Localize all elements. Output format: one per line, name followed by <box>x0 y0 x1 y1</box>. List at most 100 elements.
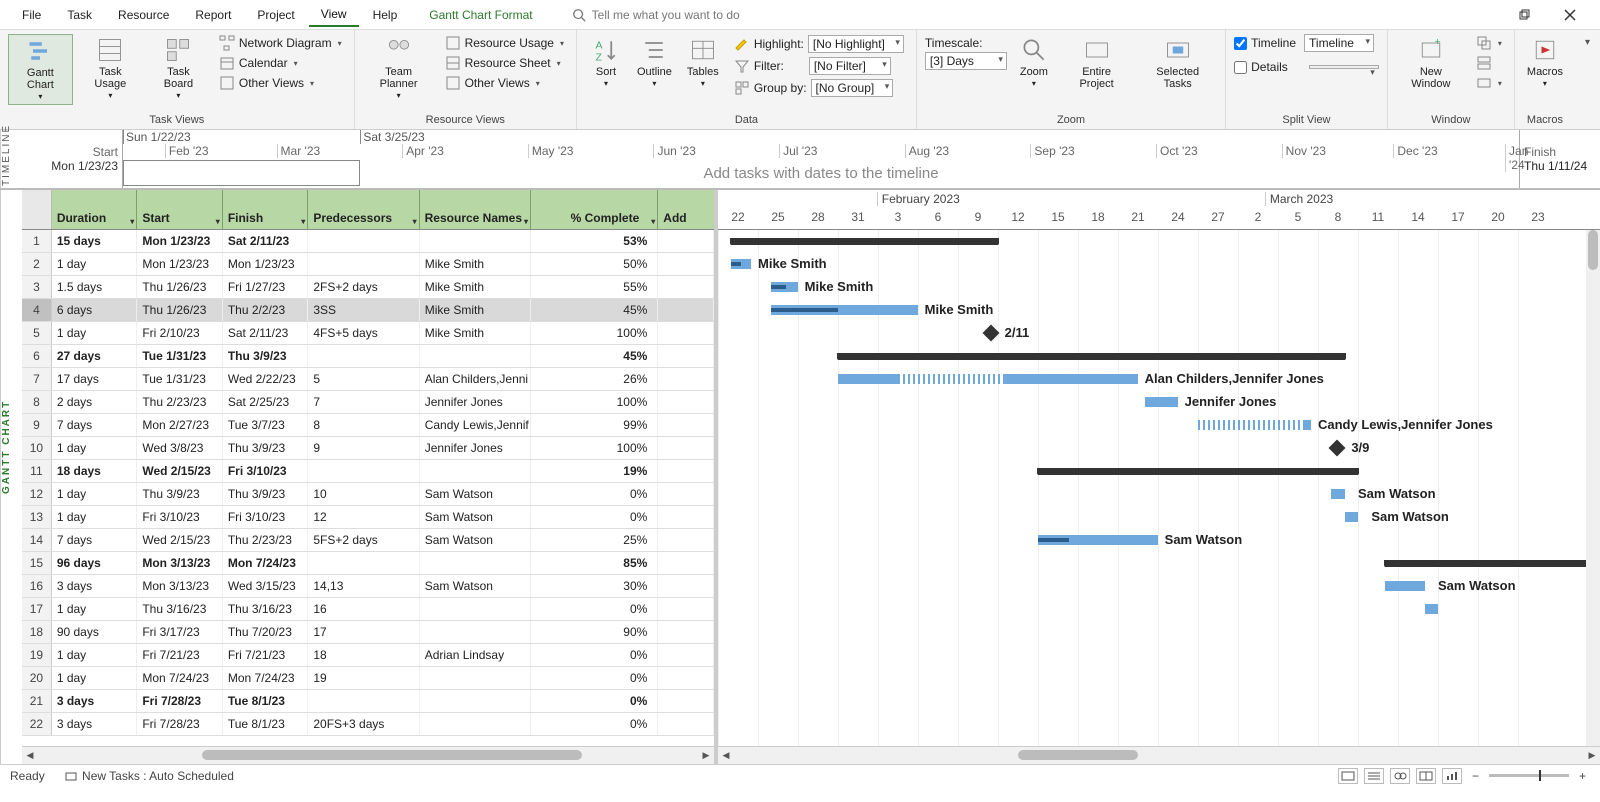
table-row[interactable]: 13 1 day Fri 3/10/23 Fri 3/10/23 12 Sam … <box>22 506 714 529</box>
view-task-usage-button[interactable] <box>1364 768 1384 784</box>
table-row[interactable]: 1 15 days Mon 1/23/23 Sat 2/11/23 53% <box>22 230 714 253</box>
task-board-button[interactable]: Task Board▾ <box>148 34 209 103</box>
switch-windows-button[interactable]: ▾ <box>1472 34 1506 52</box>
table-row[interactable]: 2 1 day Mon 1/23/23 Mon 1/23/23 Mike Smi… <box>22 253 714 276</box>
col-percent-complete[interactable]: % Complete▾ <box>531 190 658 229</box>
network-diagram-button[interactable]: Network Diagram▾ <box>215 34 346 52</box>
col-resource-names[interactable]: Resource Names▾ <box>420 190 531 229</box>
selected-tasks-button[interactable]: Selected Tasks <box>1138 34 1217 92</box>
table-row[interactable]: 22 3 days Fri 7/28/23 Tue 8/1/23 20FS+3 … <box>22 713 714 736</box>
menu-gantt-format[interactable]: Gantt Chart Format <box>411 4 544 26</box>
resource-sheet-button[interactable]: Resource Sheet▾ <box>441 54 568 72</box>
tell-me-search[interactable]: Tell me what you want to do <box>572 8 740 22</box>
col-predecessors[interactable]: Predecessors▾ <box>308 190 419 229</box>
other-resource-views-button[interactable]: Other Views▾ <box>441 74 568 92</box>
team-planner-icon <box>385 36 413 64</box>
chart-hscroll[interactable]: ◀▶ <box>718 746 1600 764</box>
group-icon <box>734 80 750 96</box>
view-team-planner-button[interactable] <box>1390 768 1410 784</box>
zoom-out-button[interactable]: − <box>1468 769 1483 783</box>
arrange-icon <box>1476 55 1492 71</box>
table-row[interactable]: 9 7 days Mon 2/27/23 Tue 3/7/23 8 Candy … <box>22 414 714 437</box>
menu-task[interactable]: Task <box>55 4 104 26</box>
calendar-icon <box>219 55 235 71</box>
tell-me-placeholder: Tell me what you want to do <box>592 8 740 22</box>
task-usage-button[interactable]: Task Usage▾ <box>79 34 142 103</box>
details-view-combo[interactable] <box>1309 65 1379 69</box>
table-row[interactable]: 20 1 day Mon 7/24/23 Mon 7/24/23 19 0% <box>22 667 714 690</box>
svg-text:A: A <box>595 39 602 51</box>
timeline-body[interactable]: Sun 1/22/23Sat 3/25/23 Feb '23Mar '23Apr… <box>122 130 1520 188</box>
svg-text:+: + <box>1434 36 1440 48</box>
table-row[interactable]: 6 27 days Tue 1/31/23 Thu 3/9/23 45% <box>22 345 714 368</box>
outline-button[interactable]: Outline▾ <box>633 34 676 91</box>
timeline-view-combo[interactable]: Timeline <box>1304 34 1374 52</box>
zoom-button[interactable]: Zoom▾ <box>1013 34 1055 91</box>
window-restore-button[interactable] <box>1504 3 1544 27</box>
grid-hscroll[interactable]: ◀▶ <box>22 746 714 764</box>
menu-bar: File Task Resource Report Project View H… <box>0 0 1600 30</box>
view-gantt-button[interactable] <box>1338 768 1358 784</box>
tables-button[interactable]: Tables▾ <box>682 34 724 91</box>
calendar-button[interactable]: Calendar▾ <box>215 54 346 72</box>
filter-combo[interactable]: [No Filter] <box>809 57 891 75</box>
menu-help[interactable]: Help <box>361 4 410 26</box>
zoom-in-button[interactable]: + <box>1575 769 1590 783</box>
col-start[interactable]: Start▾ <box>137 190 223 229</box>
col-finish[interactable]: Finish▾ <box>223 190 309 229</box>
menu-project[interactable]: Project <box>245 4 306 26</box>
arrange-all-button[interactable] <box>1472 54 1506 72</box>
table-row[interactable]: 14 7 days Wed 2/15/23 Thu 2/23/23 5FS+2 … <box>22 529 714 552</box>
highlight-combo[interactable]: [No Highlight] <box>808 35 904 53</box>
table-row[interactable]: 12 1 day Thu 3/9/23 Thu 3/9/23 10 Sam Wa… <box>22 483 714 506</box>
resource-usage-button[interactable]: Resource Usage▾ <box>441 34 568 52</box>
table-row[interactable]: 4 6 days Thu 1/26/23 Thu 2/2/23 3SS Mike… <box>22 299 714 322</box>
table-row[interactable]: 7 17 days Tue 1/31/23 Wed 2/22/23 5 Alan… <box>22 368 714 391</box>
table-row[interactable]: 8 2 days Thu 2/23/23 Sat 2/25/23 7 Jenni… <box>22 391 714 414</box>
table-row[interactable]: 21 3 days Fri 7/28/23 Tue 8/1/23 0% <box>22 690 714 713</box>
gantt-chart-button[interactable]: Gantt Chart▾ <box>8 34 73 105</box>
highlight-row: Highlight:[No Highlight] <box>730 34 908 54</box>
menu-resource[interactable]: Resource <box>106 4 181 26</box>
chart-vscroll[interactable] <box>1586 230 1600 764</box>
macros-button[interactable]: Macros▾ <box>1523 34 1567 91</box>
team-planner-button[interactable]: Team Planner▾ <box>363 34 435 103</box>
menu-file[interactable]: File <box>10 4 53 26</box>
col-duration[interactable]: Duration▾ <box>52 190 138 229</box>
table-row[interactable]: 17 1 day Thu 3/16/23 Thu 3/16/23 16 0% <box>22 598 714 621</box>
timeline-finish-date: Thu 1/11/24 <box>1524 159 1587 173</box>
details-check-label: Details <box>1251 60 1288 74</box>
task-board-icon <box>164 36 192 64</box>
sort-button[interactable]: AZSort▾ <box>585 34 627 91</box>
ribbon: Gantt Chart▾ Task Usage▾ Task Board▾ Net… <box>0 30 1600 130</box>
table-row[interactable]: 15 96 days Mon 3/13/23 Mon 7/24/23 85% <box>22 552 714 575</box>
new-window-button[interactable]: +New Window <box>1396 34 1466 92</box>
view-report-button[interactable] <box>1442 768 1462 784</box>
entire-project-button[interactable]: Entire Project <box>1061 34 1132 92</box>
status-bar: Ready New Tasks : Auto Scheduled − + <box>0 764 1600 786</box>
ribbon-collapse-icon[interactable]: ▾ <box>1585 37 1590 48</box>
table-row[interactable]: 18 90 days Fri 3/17/23 Thu 7/20/23 17 90… <box>22 621 714 644</box>
table-row[interactable]: 16 3 days Mon 3/13/23 Wed 3/15/23 14,13 … <box>22 575 714 598</box>
menu-view[interactable]: View <box>309 3 359 27</box>
table-row[interactable]: 3 1.5 days Thu 1/26/23 Fri 1/27/23 2FS+2… <box>22 276 714 299</box>
hide-button[interactable]: ▾ <box>1472 74 1506 92</box>
filter-icon <box>734 58 750 74</box>
group-combo[interactable]: [No Group] <box>811 79 894 97</box>
table-row[interactable]: 5 1 day Fri 2/10/23 Sat 2/11/23 4FS+5 da… <box>22 322 714 345</box>
view-resource-sheet-button[interactable] <box>1416 768 1436 784</box>
menu-report[interactable]: Report <box>183 4 243 26</box>
window-close-button[interactable] <box>1550 3 1590 27</box>
sort-icon: AZ <box>592 36 620 64</box>
zoom-slider[interactable] <box>1489 774 1569 777</box>
timeline-checkbox[interactable] <box>1234 37 1247 50</box>
table-row[interactable]: 11 18 days Wed 2/15/23 Fri 3/10/23 19% <box>22 460 714 483</box>
table-row[interactable]: 19 1 day Fri 7/21/23 Fri 7/21/23 18 Adri… <box>22 644 714 667</box>
gantt-chart: February 2023March 2023 2225283136912151… <box>718 190 1600 764</box>
table-row[interactable]: 10 1 day Wed 3/8/23 Thu 3/9/23 9 Jennife… <box>22 437 714 460</box>
group-label: Task Views <box>8 112 346 129</box>
col-add-new[interactable]: Add <box>658 190 714 229</box>
details-checkbox[interactable] <box>1234 61 1247 74</box>
other-task-views-button[interactable]: Other Views▾ <box>215 74 346 92</box>
timescale-combo[interactable]: [3] Days <box>925 52 1007 70</box>
